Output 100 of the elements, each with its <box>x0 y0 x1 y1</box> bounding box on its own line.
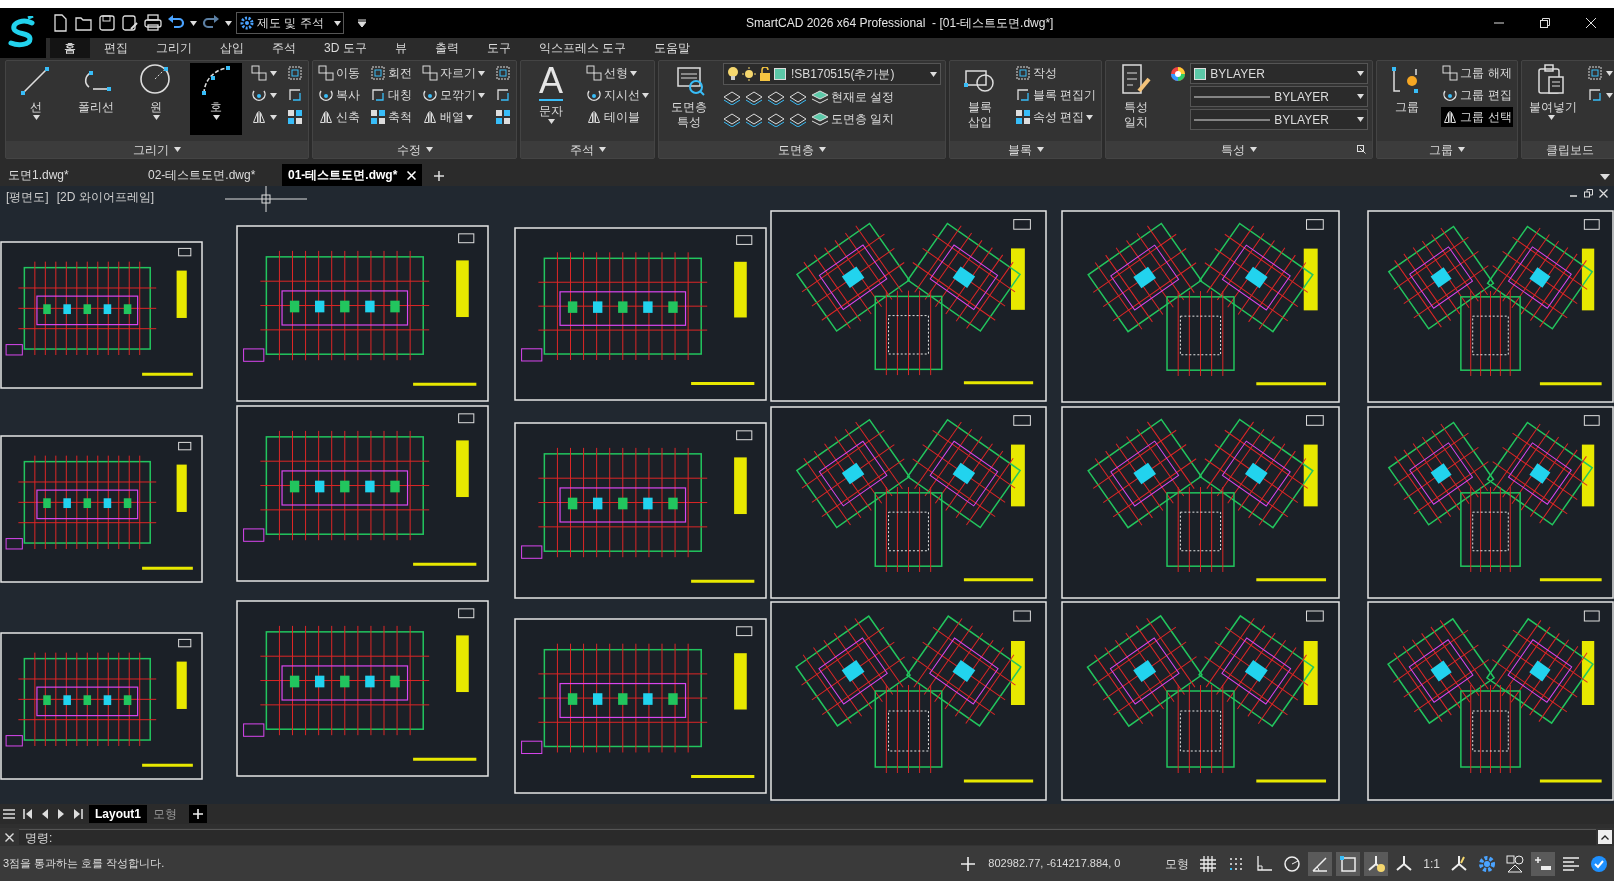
ribbon-button[interactable]: 도면층 특성 <box>663 63 715 135</box>
ribbon-button[interactable]: 특성 일치 <box>1110 63 1163 135</box>
ribbon-button[interactable]: 그룹 해제 <box>1441 63 1513 83</box>
ribbon-button[interactable]: 배열 <box>421 107 486 127</box>
customize-caret-icon[interactable] <box>358 19 366 27</box>
ribbon-button[interactable]: A 문자 <box>525 63 577 135</box>
ribbon-tab[interactable]: 출력 <box>420 38 473 58</box>
tool-icon <box>422 65 438 81</box>
color-wheel-icon[interactable] <box>1170 65 1187 82</box>
add-layout-button[interactable] <box>189 805 207 823</box>
panel-title[interactable]: 특성 <box>1221 140 1258 159</box>
first-tab-icon[interactable] <box>23 808 33 820</box>
ribbon-button[interactable]: 지시선 <box>585 85 650 105</box>
ribbon-button[interactable]: 선 <box>10 63 62 135</box>
ribbon-button[interactable]: 붙여넣기 <box>1525 63 1578 135</box>
open-folder-icon[interactable] <box>75 14 93 32</box>
ribbon-button[interactable]: 모깎기 <box>421 85 486 105</box>
file-tab[interactable]: 도면1.dwg* <box>2 164 142 186</box>
ribbon-button[interactable]: 도면층 일치 <box>811 110 895 128</box>
ribbon-tab[interactable]: 뷰 <box>380 38 421 58</box>
menu-icon[interactable] <box>3 808 15 820</box>
layer-tool-icon[interactable] <box>745 111 763 127</box>
layer-tool-icon[interactable] <box>723 89 741 105</box>
layer-tool-icon[interactable] <box>745 89 763 105</box>
ribbon-tab[interactable]: 익스프레스 도구 <box>524 38 641 58</box>
icon-button[interactable] <box>1585 63 1614 83</box>
lineweight-toggle[interactable] <box>1531 851 1555 876</box>
ribbon-button[interactable]: 자르기 <box>421 63 486 83</box>
new-file-icon[interactable] <box>52 14 70 32</box>
tool-icon <box>495 65 511 81</box>
ribbon-button[interactable]: 블록 편집기 <box>1014 85 1098 105</box>
angle-toggle[interactable] <box>1308 851 1333 876</box>
ribbon-tab[interactable]: 편집 <box>90 38 142 58</box>
layer-dropdown[interactable]: !SB170515(추가분) <box>723 63 941 85</box>
ribbon-tab[interactable]: 도구 <box>472 38 525 58</box>
print-icon[interactable] <box>144 14 162 32</box>
layer-tool-icon[interactable] <box>789 89 807 105</box>
file-tab[interactable]: 01-테스트도면.dwg* <box>282 164 422 186</box>
ribbon-button[interactable]: 그룹 편집 <box>1441 85 1513 105</box>
ribbon-button[interactable]: 회전 <box>369 63 413 83</box>
ribbon-button[interactable]: 작성 <box>1014 63 1098 83</box>
ribbon-tab[interactable]: 홈 <box>50 38 90 58</box>
panel-title[interactable]: 도면층 <box>778 140 826 159</box>
save-icon[interactable] <box>98 14 116 32</box>
ribbon-button[interactable]: 그룹 선택 <box>1441 107 1513 127</box>
layout-tab[interactable]: Layout1 <box>89 805 147 823</box>
ribbon-button[interactable]: 복사 <box>317 85 361 105</box>
panel-title[interactable]: 그리기 <box>133 140 181 159</box>
ribbon-button[interactable]: 현재로 설정 <box>811 88 895 106</box>
new-tab-button[interactable] <box>432 169 446 183</box>
ribbon-button[interactable]: 신축 <box>317 107 361 127</box>
gear-icon <box>239 15 255 31</box>
close-icon[interactable] <box>5 832 14 842</box>
layer-tool-icon[interactable] <box>723 111 741 127</box>
ribbon-tab[interactable]: 삽입 <box>206 38 258 58</box>
ribbon-button[interactable]: 그룹 <box>1381 63 1434 135</box>
icon-button[interactable] <box>250 63 278 83</box>
viewport-restore-icon[interactable] <box>1584 189 1593 198</box>
ribbon-tab[interactable]: 주석 <box>258 38 310 58</box>
ribbon-button[interactable]: 원 <box>130 63 182 135</box>
layer-tool-icon[interactable] <box>767 111 785 127</box>
ribbon-tab[interactable]: 3D 도구 <box>310 38 381 58</box>
file-tab[interactable]: 02-테스트도면.dwg* <box>142 164 282 186</box>
next-tab-icon[interactable] <box>57 808 65 820</box>
crosshair-icon[interactable] <box>960 855 977 872</box>
ribbon-button[interactable]: 속성 편집 <box>1014 107 1098 127</box>
expand-history-button[interactable] <box>1598 830 1612 844</box>
workspace-dropdown[interactable]: 제도 및 주석 <box>236 12 344 34</box>
color-dropdown[interactable]: BYLAYER <box>1190 63 1369 84</box>
ribbon-button[interactable]: 대칭 <box>369 85 413 105</box>
last-tab-icon[interactable] <box>73 808 83 820</box>
ribbon-tab[interactable]: 그리기 <box>142 38 206 58</box>
layer-tool-icon[interactable] <box>789 111 807 127</box>
previous-tab-icon[interactable] <box>41 808 49 820</box>
check-icon[interactable] <box>1590 854 1608 873</box>
viewport-close-icon[interactable] <box>1599 189 1608 198</box>
ribbon-button[interactable]: 폴리선 <box>70 63 122 135</box>
icon-button[interactable] <box>494 107 512 127</box>
ribbon-button[interactable]: 블록 삽입 <box>954 63 1006 135</box>
visual-style-label[interactable]: [2D 와이어프레임] <box>56 188 154 206</box>
status-toggle[interactable]: 1:1 <box>1420 851 1443 876</box>
layer-tool-icon[interactable] <box>767 89 785 105</box>
linetype-dropdown[interactable]: BYLAYER <box>1190 109 1369 130</box>
save-as-icon[interactable] <box>121 14 139 32</box>
ribbon-button[interactable]: 호 <box>190 63 242 135</box>
view-label[interactable]: [평면도] <box>6 188 49 206</box>
linetype-dropdown[interactable]: BYLAYER <box>1190 86 1369 107</box>
tripod-toggle[interactable] <box>1364 851 1389 876</box>
icon-button[interactable] <box>286 107 304 127</box>
status-toggle[interactable]: 모형 <box>1162 851 1193 876</box>
ribbon-button[interactable]: 이동 <box>317 63 361 83</box>
layout-tab[interactable]: 모형 <box>147 805 183 823</box>
tabs-caret-icon[interactable] <box>1600 174 1610 180</box>
command-field[interactable]: 명령: <box>19 829 1596 845</box>
ribbon-tab[interactable]: 도움말 <box>640 38 705 58</box>
ribbon-button[interactable]: 선형 <box>585 63 650 83</box>
ribbon-button[interactable]: 축척 <box>369 107 413 127</box>
dialog-launcher-icon[interactable] <box>1357 145 1367 154</box>
square-toggle[interactable] <box>1336 851 1361 876</box>
ribbon-button[interactable]: 테이블 <box>585 107 650 127</box>
